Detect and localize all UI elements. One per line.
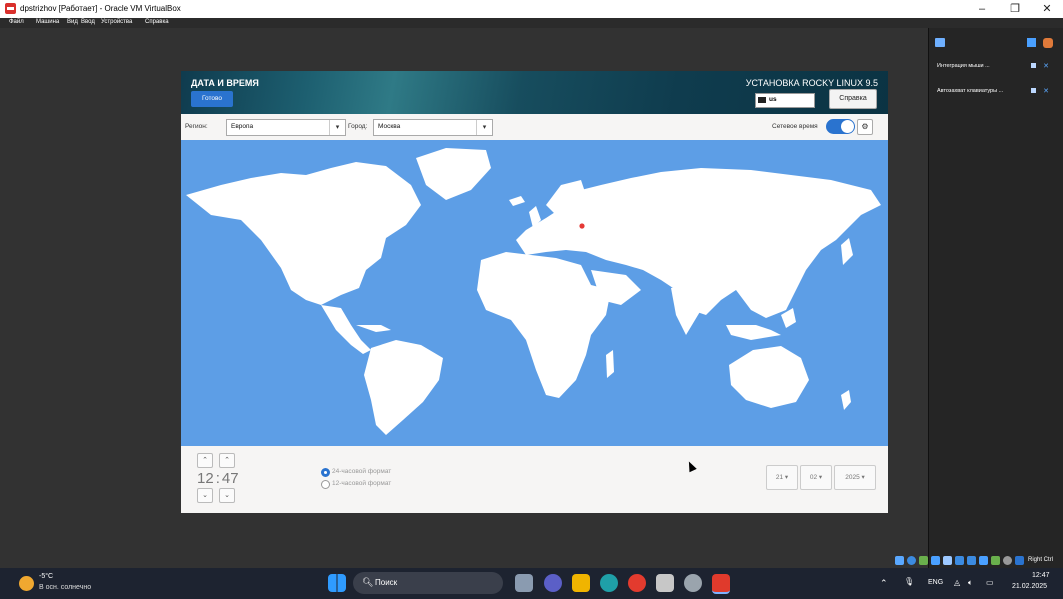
speaker-icon[interactable]: 🔈︎ [968, 578, 973, 588]
menu-view[interactable]: Вид [67, 19, 78, 25]
minimize-icon[interactable]: – [970, 2, 994, 16]
optical-drive-icon[interactable] [907, 556, 916, 565]
info-icon[interactable] [1031, 88, 1036, 93]
yandex-browser-icon[interactable] [628, 574, 646, 592]
mouse-capture-icon[interactable] [1003, 556, 1012, 565]
clock-time[interactable]: 12:47 [1032, 572, 1050, 579]
battery-icon[interactable]: ▭ [986, 578, 994, 587]
menu-input[interactable]: Ввод [81, 19, 95, 25]
settings-app-icon[interactable] [684, 574, 702, 592]
chevron-down-icon[interactable]: ▾ [329, 120, 345, 135]
virtualbox-app-icon [5, 3, 16, 14]
vm-status-bar: Right Ctrl [893, 555, 1063, 568]
ntp-settings-gear-icon[interactable]: ⚙ [857, 119, 873, 135]
product-title: УСТАНОВКА ROCKY LINUX 9.5 [745, 78, 878, 88]
menu-machine[interactable]: Машина [36, 19, 59, 25]
hour-down-button[interactable]: ⌄ [197, 488, 213, 503]
keyboard-icon [758, 97, 766, 103]
done-button[interactable]: Готово [191, 91, 233, 107]
time-display: 12:47 [197, 470, 239, 487]
weather-desc[interactable]: В осн. солнечно [39, 584, 91, 591]
language-indicator[interactable]: ENG [928, 579, 943, 586]
month-combo[interactable]: 02 ▾ [800, 465, 832, 490]
network-time-label: Сетевое время [772, 123, 818, 130]
installer-header: ДАТА И ВРЕМЯ Готово УСТАНОВКА ROCKY LINU… [181, 71, 888, 114]
minute-up-button[interactable]: ⌃ [219, 453, 235, 468]
cpu-icon[interactable] [991, 556, 1000, 565]
vm-notification-panel: Интеграция мыши ... ✕ Автозахват клавиат… [928, 28, 1063, 568]
notification-mouse-integration[interactable]: Интеграция мыши ... ✕ [934, 57, 1054, 75]
notification-keyboard-capture[interactable]: Автозахват клавиатуры ... ✕ [934, 82, 1054, 100]
chevron-up-icon[interactable]: ⌃ [880, 578, 888, 589]
close-icon[interactable]: ✕ [1043, 83, 1049, 101]
menu-devices[interactable]: Устройства [101, 19, 132, 25]
menu-file[interactable]: Файл [9, 19, 24, 25]
microphone-icon[interactable]: 🎙︎ [904, 577, 914, 586]
clock-date[interactable]: 21.02.2025 [1012, 583, 1047, 590]
layout-icon[interactable] [1027, 38, 1036, 47]
shared-folders-icon[interactable] [955, 556, 964, 565]
vm-icon[interactable] [1043, 38, 1053, 48]
edge-icon[interactable] [600, 574, 618, 592]
wifi-icon[interactable]: ◬ [954, 578, 960, 587]
menu-help[interactable]: Справка [145, 19, 169, 25]
timezone-world-map[interactable] [181, 140, 888, 446]
screen-title: ДАТА И ВРЕМЯ [191, 78, 259, 88]
window-titlebar: dpstrizhov [Работает] - Oracle VM Virtua… [0, 0, 1063, 18]
city-combo[interactable]: Москва ▾ [373, 119, 493, 136]
region-combo[interactable]: Европа ▾ [226, 119, 346, 136]
time-minutes[interactable]: 47 [222, 470, 239, 487]
teams-icon[interactable] [544, 574, 562, 592]
close-icon[interactable]: ✕ [1035, 2, 1059, 16]
display-icon[interactable] [967, 556, 976, 565]
year-combo[interactable]: 2025 ▾ [834, 465, 876, 490]
task-view-icon[interactable] [515, 574, 533, 592]
network-icon[interactable] [931, 556, 940, 565]
format-12-radio[interactable] [321, 480, 330, 489]
windows-taskbar: -5°C В осн. солнечно 🔍︎ Поиск ⌃ 🎙︎ ENG ◬… [0, 568, 1063, 599]
minute-down-button[interactable]: ⌄ [219, 488, 235, 503]
world-map-svg[interactable] [181, 140, 888, 446]
keyboard-layout-indicator[interactable]: us [755, 93, 815, 108]
info-icon[interactable] [1031, 63, 1036, 68]
close-icon[interactable]: ✕ [1043, 58, 1049, 76]
time-date-panel: ⌃ ⌃ 12:47 ⌄ ⌄ 24-часовой формат 12-часов… [181, 446, 888, 513]
time-hours[interactable]: 12 [197, 470, 214, 487]
taskbar-search[interactable]: 🔍︎ Поиск [353, 572, 503, 594]
search-icon: 🔍︎ [362, 577, 374, 587]
anaconda-installer: ДАТА И ВРЕМЯ Готово УСТАНОВКА ROCKY LINU… [181, 71, 888, 513]
window-title: dpstrizhov [Работает] - Oracle VM Virtua… [20, 4, 181, 13]
menu-bar: Файл Машина Вид Ввод Устройства Справка [0, 18, 1063, 28]
windows-start-icon[interactable] [328, 574, 346, 592]
restore-icon[interactable]: ❐ [1003, 2, 1027, 16]
message-icon[interactable] [935, 38, 945, 47]
vpn-shield-icon[interactable] [656, 574, 674, 592]
host-key-label: Right Ctrl [1028, 557, 1054, 563]
city-label: Город: [348, 123, 368, 130]
keyboard-capture-icon[interactable] [1015, 556, 1024, 565]
chevron-down-icon[interactable]: ▾ [476, 120, 492, 135]
weather-icon[interactable] [19, 576, 34, 591]
virtualbox-taskbar-icon[interactable] [712, 574, 730, 594]
weather-temp[interactable]: -5°C [39, 573, 53, 580]
region-label: Регион: [185, 123, 208, 130]
hard-disk-icon[interactable] [895, 556, 904, 565]
timezone-toolbar: Регион: Европа ▾ Город: Москва ▾ Сетевое… [181, 114, 888, 141]
help-button[interactable]: Справка [829, 89, 877, 109]
format-12-label: 12-часовой формат [332, 480, 392, 487]
day-combo[interactable]: 21 ▾ [766, 465, 798, 490]
format-24-radio[interactable] [321, 468, 330, 477]
format-24-label: 24-часовой формат [332, 468, 392, 475]
audio-icon[interactable] [919, 556, 928, 565]
location-marker-icon [579, 223, 585, 229]
network-time-toggle[interactable] [826, 119, 855, 134]
recording-icon[interactable] [979, 556, 988, 565]
hour-up-button[interactable]: ⌃ [197, 453, 213, 468]
usb-icon[interactable] [943, 556, 952, 565]
file-explorer-icon[interactable] [572, 574, 590, 592]
